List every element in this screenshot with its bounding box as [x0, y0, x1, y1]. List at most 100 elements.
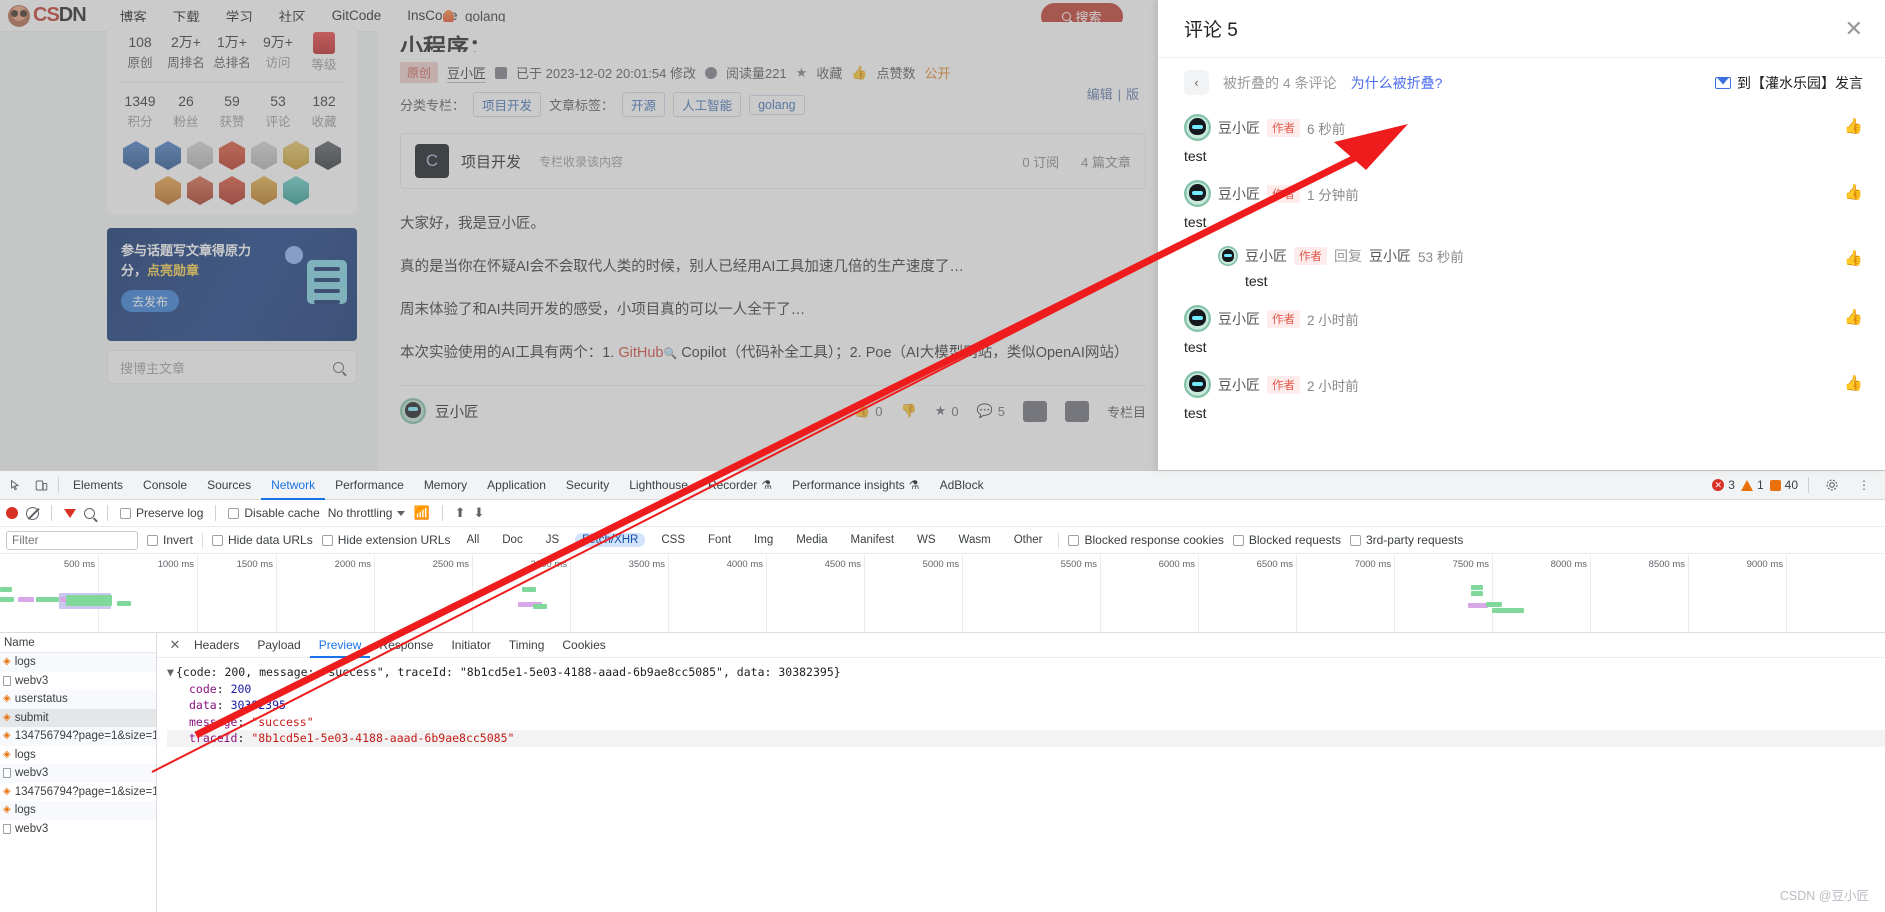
github-link[interactable]: GitHub: [618, 345, 663, 361]
tab-console[interactable]: Console: [133, 471, 197, 500]
table-row[interactable]: webv3: [0, 820, 156, 839]
csdn-logo[interactable]: CSDN: [8, 4, 87, 27]
promo-cta-button[interactable]: 去发布: [121, 290, 179, 312]
favorite-action[interactable]: ★ 0: [935, 403, 959, 419]
dislike-action[interactable]: 👎: [900, 403, 916, 419]
article-author[interactable]: 豆小匠: [447, 63, 487, 83]
column-name[interactable]: 项目开发: [461, 151, 521, 172]
tab-memory[interactable]: Memory: [414, 471, 477, 500]
stat-level[interactable]: 等级: [301, 32, 347, 76]
edit-link[interactable]: 编辑: [1082, 87, 1118, 102]
tag-chip-opensource[interactable]: 开源: [622, 92, 666, 117]
filter-icon[interactable]: [64, 508, 76, 518]
version-link[interactable]: 版: [1121, 87, 1144, 102]
json-summary-row[interactable]: ▼ {code: 200, message: "success", traceId…: [167, 664, 1885, 681]
detail-tab-payload[interactable]: Payload: [248, 633, 309, 658]
tab-security[interactable]: Security: [556, 471, 619, 500]
hex-badge-icon[interactable]: [283, 176, 309, 205]
stat-fans[interactable]: 26 粉丝: [163, 91, 209, 133]
thumbs-up-icon[interactable]: 👍: [1844, 249, 1863, 267]
thumbs-up-icon[interactable]: 👍: [1844, 308, 1863, 326]
throttling-select[interactable]: No throttling: [328, 506, 406, 520]
category-chip[interactable]: 项目开发: [473, 92, 542, 117]
comment-author[interactable]: 豆小匠: [1218, 184, 1260, 204]
thumbs-up-icon[interactable]: 👍: [851, 65, 867, 81]
rocket-badge-2-icon[interactable]: [155, 141, 181, 170]
hide-data-urls-checkbox[interactable]: Hide data URLs: [212, 533, 313, 547]
avatar[interactable]: [1184, 114, 1211, 141]
promo-banner[interactable]: 参与话题写文章得原力 分，点亮勋章 去发布: [107, 228, 357, 341]
table-row[interactable]: ◈ userstatus: [0, 690, 156, 709]
chevron-down-icon[interactable]: ▼: [167, 664, 176, 681]
100-badge-icon[interactable]: [283, 141, 309, 170]
info-counter[interactable]: 40: [1769, 478, 1798, 492]
stat-likes[interactable]: 59 获赞: [209, 91, 255, 133]
filter-type-media[interactable]: Media: [789, 533, 834, 547]
network-request-list[interactable]: Name ◈ logs webv3 ◈ userstatus ◈ submit ◈ 13…: [0, 633, 157, 912]
kebab-menu-icon[interactable]: ⋮: [1851, 472, 1877, 498]
filter-type-doc[interactable]: Doc: [495, 533, 529, 547]
comment-author[interactable]: 豆小匠: [1218, 118, 1260, 138]
table-row[interactable]: webv3: [0, 672, 156, 691]
filter-type-other[interactable]: Other: [1007, 533, 1050, 547]
detail-tab-timing[interactable]: Timing: [500, 633, 554, 658]
heng-badge-icon[interactable]: [315, 141, 341, 170]
comment-action[interactable]: 💬 5: [977, 403, 1005, 419]
tab-adblock[interactable]: AdBlock: [930, 471, 994, 500]
export-har-icon[interactable]: ⬇: [474, 505, 485, 521]
network-conditions-icon[interactable]: 📶: [413, 505, 429, 521]
close-icon[interactable]: ✕: [165, 637, 185, 653]
thumbs-up-icon[interactable]: 👍: [1844, 117, 1863, 135]
column-card[interactable]: C 项目开发 专栏收录该内容 0 订阅 4 篇文章: [400, 133, 1146, 189]
comment-author[interactable]: 豆小匠: [1245, 246, 1287, 266]
report-icon[interactable]: [1064, 400, 1089, 422]
detail-tab-response[interactable]: Response: [370, 633, 442, 658]
table-row[interactable]: ◈134756794?page=1&size=10…: [0, 727, 156, 746]
filter-type-manifest[interactable]: Manifest: [844, 533, 901, 547]
filter-type-all[interactable]: All: [459, 533, 486, 547]
detail-tab-initiator[interactable]: Initiator: [442, 633, 499, 658]
20-badge-icon[interactable]: [187, 141, 213, 170]
share-icon[interactable]: [1022, 400, 1047, 422]
stat-week-rank[interactable]: 2万+ 周排名: [163, 32, 209, 76]
detail-tab-headers[interactable]: Headers: [185, 633, 248, 658]
warning-counter[interactable]: 1: [1740, 478, 1764, 492]
preserve-log-checkbox[interactable]: Preserve log: [120, 506, 203, 520]
trophy-badge-icon[interactable]: [155, 176, 181, 205]
tab-elements[interactable]: Elements: [63, 471, 133, 500]
record-icon[interactable]: [6, 507, 18, 519]
medal-badge-icon[interactable]: [187, 176, 213, 205]
tag-chip-golang[interactable]: golang: [749, 94, 805, 115]
filter-type-font[interactable]: Font: [701, 533, 738, 547]
stat-original[interactable]: 108 原创: [117, 32, 163, 76]
reply-target[interactable]: 豆小匠: [1369, 246, 1411, 266]
chevron-left-icon[interactable]: ‹: [1184, 70, 1209, 95]
comment-author[interactable]: 豆小匠: [1218, 309, 1260, 329]
like-action[interactable]: 👍 0: [854, 403, 882, 419]
rocket-badge-icon[interactable]: [123, 141, 149, 170]
filter-type-ws[interactable]: WS: [910, 533, 943, 547]
avatar[interactable]: [1218, 246, 1238, 266]
search-icon[interactable]: [333, 361, 344, 373]
filter-type-img[interactable]: Img: [747, 533, 780, 547]
detail-tab-cookies[interactable]: Cookies: [553, 633, 614, 658]
stat-comments[interactable]: 53 评论: [255, 91, 301, 133]
column-toc-button[interactable]: 专栏目: [1107, 402, 1146, 421]
nav-item-gitcode[interactable]: GitCode: [332, 8, 382, 23]
table-row[interactable]: ◈ logs: [0, 801, 156, 820]
footer-author-name[interactable]: 豆小匠: [435, 401, 479, 422]
filter-type-js[interactable]: JS: [539, 533, 566, 547]
50-badge-icon[interactable]: [251, 141, 277, 170]
device-toolbar-icon[interactable]: [28, 472, 54, 498]
avatar[interactable]: [1184, 305, 1211, 332]
go-to-playground-button[interactable]: 到【灌水乐园】发言: [1715, 73, 1863, 93]
avatar[interactable]: [1184, 180, 1211, 207]
detail-tab-preview[interactable]: Preview: [310, 633, 371, 658]
error-counter[interactable]: ✕ 3: [1712, 478, 1735, 492]
avatar[interactable]: [400, 398, 426, 424]
table-row[interactable]: ◈ submit: [0, 708, 156, 727]
inspect-element-icon[interactable]: [2, 472, 28, 498]
article-likes[interactable]: 点赞数: [877, 63, 916, 82]
blocked-response-cookies-checkbox[interactable]: Blocked response cookies: [1068, 533, 1224, 547]
star-icon[interactable]: ★: [796, 65, 808, 81]
